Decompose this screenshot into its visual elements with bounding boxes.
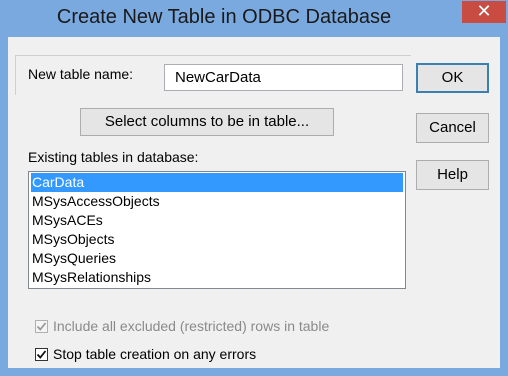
help-button[interactable]: Help xyxy=(416,160,489,190)
checkmark-icon xyxy=(36,322,47,331)
include-excluded-checkbox[interactable] xyxy=(35,320,48,333)
list-item[interactable]: CarData xyxy=(31,173,403,192)
ok-button[interactable]: OK xyxy=(416,63,489,93)
include-excluded-label: Include all excluded (restricted) rows i… xyxy=(53,318,330,334)
table-name-input[interactable]: NewCarData xyxy=(164,64,403,91)
list-item[interactable]: MSysObjects xyxy=(31,230,403,249)
stop-on-errors-label: Stop table creation on any errors xyxy=(53,346,257,362)
list-item[interactable]: MSysAccessObjects xyxy=(31,192,403,211)
existing-tables-label: Existing tables in database: xyxy=(28,149,199,165)
stop-on-errors-checkbox[interactable] xyxy=(35,348,48,361)
existing-tables-list[interactable]: CarData MSysAccessObjects MSysACEs MSysObje… xyxy=(28,171,406,289)
cancel-button[interactable]: Cancel xyxy=(416,113,489,143)
close-icon: ✕ xyxy=(476,1,492,22)
close-button[interactable]: ✕ xyxy=(462,1,506,23)
window-title: Create New Table in ODBC Database xyxy=(56,6,392,28)
title-bar[interactable]: Create New Table in ODBC Database ✕ xyxy=(0,0,508,37)
select-columns-button[interactable]: Select columns to be in table... xyxy=(80,108,334,136)
checkmark-icon xyxy=(36,350,47,359)
list-item[interactable]: MSysACEs xyxy=(31,211,403,230)
list-item[interactable]: MSysQueries xyxy=(31,249,403,268)
list-item[interactable]: MSysRelationships xyxy=(31,268,403,287)
dialog-window: Create New Table in ODBC Database ✕ New … xyxy=(0,0,508,376)
table-name-label: New table name: xyxy=(28,66,134,82)
